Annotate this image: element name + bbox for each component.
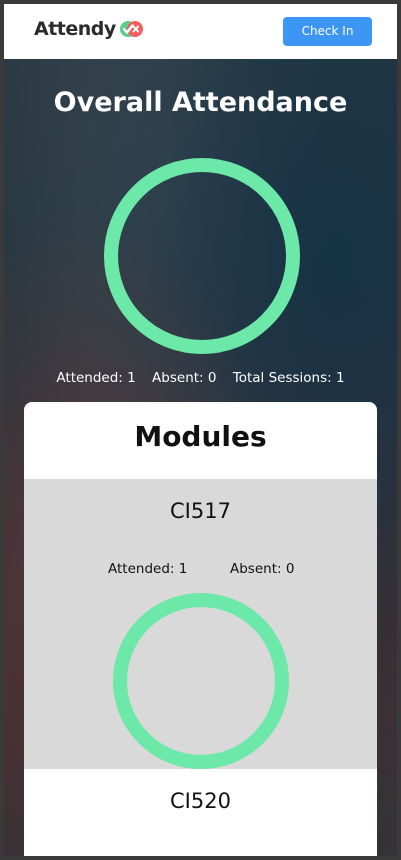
overall-stats: Attended: 1 Absent: 0 Total Sessions: 1: [4, 370, 397, 386]
module-card-ci517[interactable]: CI517 Attended: 1 Absent: 0: [24, 479, 377, 769]
module-ring-progress: [113, 593, 289, 769]
overall-attendance-title: Overall Attendance: [53, 87, 348, 118]
module-code-ci520[interactable]: CI520: [24, 789, 377, 813]
navbar: Attendy Check In: [4, 4, 397, 59]
module-code: CI517: [170, 499, 231, 523]
overall-ring-progress: [104, 158, 300, 354]
overall-absent-count: Absent: 0: [152, 370, 217, 386]
overall-attended-count: Attended: 1: [56, 370, 136, 386]
modules-title: Modules: [134, 420, 267, 453]
module-attended-count: Attended: 1: [108, 561, 188, 577]
app-frame: Attendy Check In Overall Attendance Atte…: [0, 0, 401, 860]
check-cross-logo-icon: [118, 19, 144, 39]
logo[interactable]: Attendy: [34, 18, 144, 40]
check-in-button[interactable]: Check In: [283, 17, 372, 46]
module-absent-count: Absent: 0: [230, 561, 295, 577]
overall-total-sessions: Total Sessions: 1: [232, 370, 345, 386]
logo-text: Attendy: [34, 18, 116, 40]
overall-attendance-ring: [104, 158, 300, 354]
modules-card: Modules CI517 Attended: 1 Absent: 0 CI52…: [24, 402, 377, 856]
module-attendance-ring: [113, 593, 289, 769]
